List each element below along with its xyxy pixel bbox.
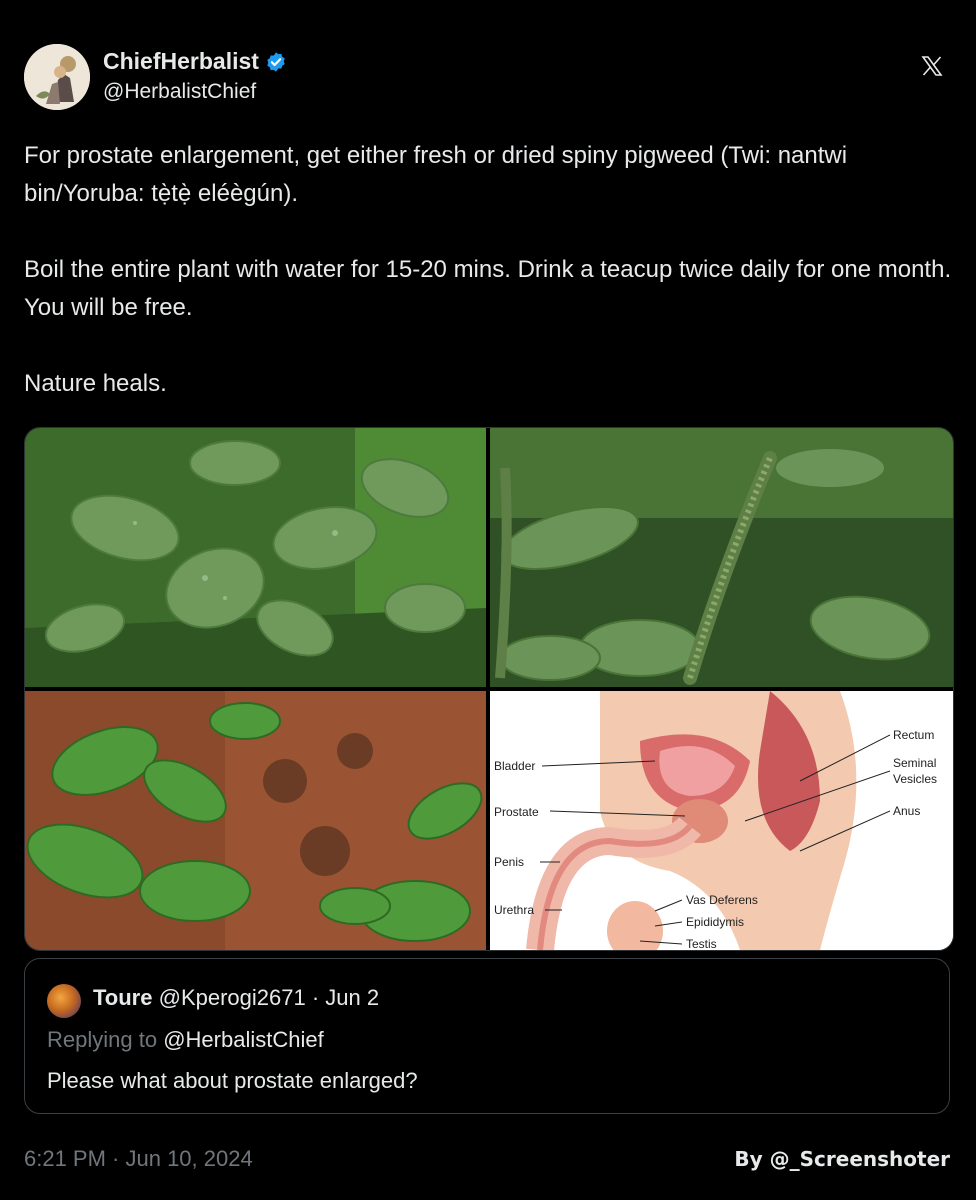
diagram-label-rectum: Rectum [893, 728, 934, 742]
diagram-label-seminal: Seminal [893, 756, 936, 770]
quoted-text: Please what about prostate enlarged? [47, 1068, 418, 1093]
tweet-header: ChiefHerbalist @HerbalistChief [24, 44, 952, 112]
diagram-label-anus: Anus [893, 804, 920, 818]
tweet-timestamp[interactable]: 6:21 PM · Jun 10, 2024 [24, 1146, 253, 1172]
tweet-text: For prostate enlargement, get either fre… [24, 137, 954, 403]
diagram-label-testis: Testis [686, 937, 717, 950]
quoted-date[interactable]: Jun 2 [325, 985, 379, 1010]
media-image-pigweed-closeup[interactable] [25, 428, 486, 687]
author-display-name[interactable]: ChiefHerbalist [103, 48, 259, 75]
author-avatar[interactable] [24, 44, 90, 110]
replying-to: Replying to @HerbalistChief [47, 1027, 324, 1053]
media-grid: Bladder Prostate Penis Urethra Rectum Se… [24, 427, 954, 951]
diagram-label-bladder: Bladder [494, 759, 535, 773]
media-image-pigweed-seedlings[interactable] [25, 691, 486, 950]
diagram-label-penis: Penis [494, 855, 524, 869]
author-handle[interactable]: @HerbalistChief [103, 80, 256, 104]
replying-prefix: Replying to [47, 1027, 158, 1052]
screenshot-credit: By @_Screenshoter [734, 1147, 950, 1171]
quoted-author-avatar[interactable] [47, 984, 81, 1018]
quoted-separator: · [311, 985, 320, 1010]
quoted-tweet[interactable]: Toure @Kperogi2671 · Jun 2 Replying to @… [24, 958, 950, 1114]
x-logo-icon[interactable] [920, 54, 944, 78]
diagram-label-epididymis: Epididymis [686, 915, 744, 929]
diagram-label-prostate: Prostate [494, 805, 539, 819]
diagram-label-vas-deferens: Vas Deferens [686, 893, 758, 907]
replying-mention[interactable]: @HerbalistChief [163, 1027, 324, 1052]
quoted-author-handle[interactable]: @Kperogi2671 [159, 985, 306, 1010]
tweet-paragraph: For prostate enlargement, get either fre… [24, 142, 848, 207]
media-image-anatomy-diagram[interactable]: Bladder Prostate Penis Urethra Rectum Se… [490, 691, 953, 950]
tweet-paragraph: Nature heals. [24, 370, 167, 397]
verified-badge-icon [267, 51, 285, 72]
media-image-pigweed-spike[interactable] [490, 428, 953, 687]
diagram-label-urethra: Urethra [494, 903, 534, 917]
tweet-paragraph: Boil the entire plant with water for 15-… [24, 256, 952, 321]
quoted-author-name[interactable]: Toure [93, 985, 152, 1010]
diagram-label-vesicles: Vesicles [893, 772, 937, 786]
